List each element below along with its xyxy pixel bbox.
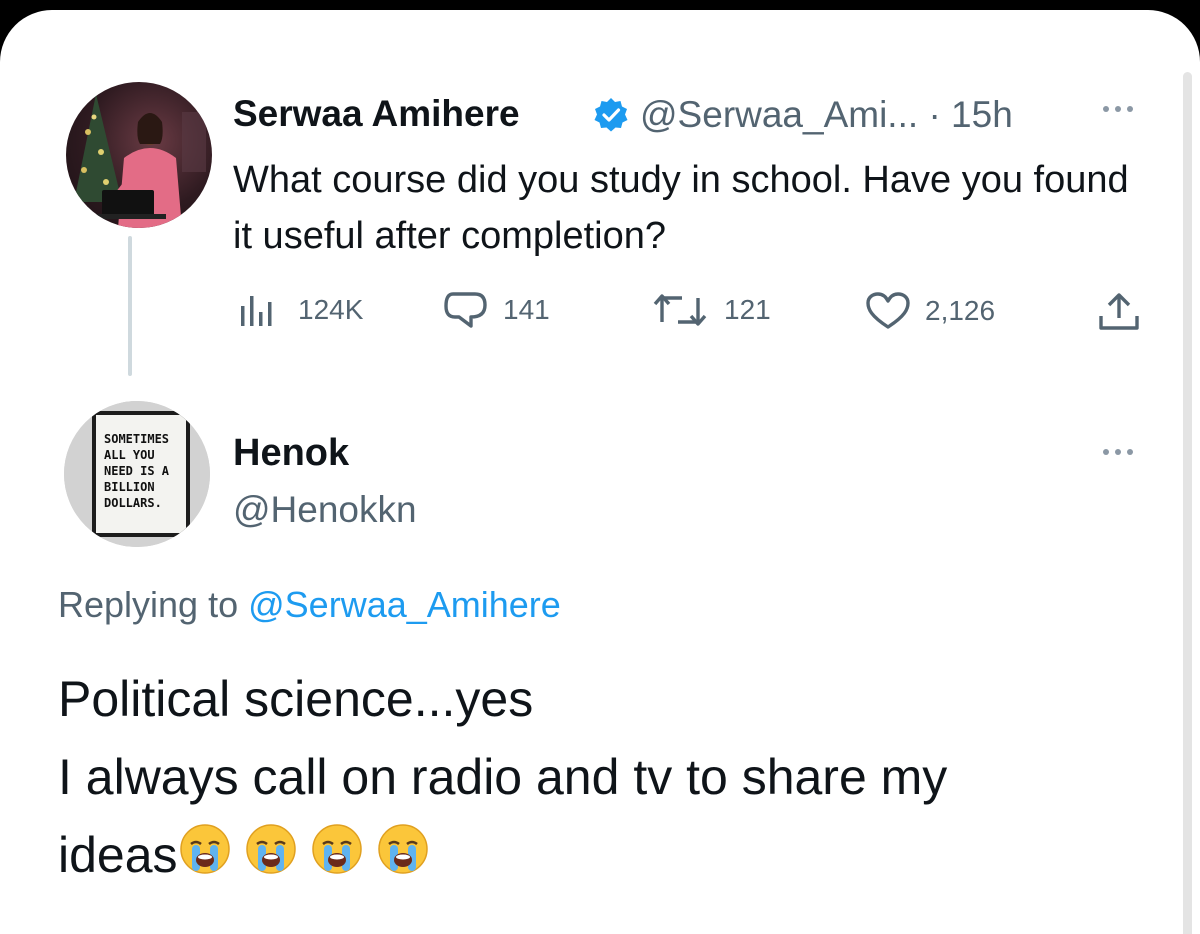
retweet-arrows-icon	[653, 294, 707, 326]
reply-line-3: ideas	[58, 816, 1168, 898]
serwaa-display-name[interactable]: Serwaa Amihere	[233, 93, 520, 135]
heart-icon	[866, 292, 910, 329]
serwaa-avatar[interactable]	[66, 82, 212, 228]
avatar-line-4: BILLION	[104, 480, 155, 494]
reply-line-1: Political science...yes	[58, 671, 534, 727]
avatar-line-5: DOLLARS.	[104, 496, 162, 510]
scrollbar[interactable]	[1183, 72, 1192, 934]
reply-line-2: I always call on radio and tv to share m…	[58, 749, 948, 805]
tweet-timestamp[interactable]: · 15h	[928, 94, 1012, 135]
views-chart-icon	[241, 296, 272, 326]
avatar-line-3: NEED IS A	[104, 464, 170, 478]
like-count: 2,126	[925, 295, 996, 326]
more-dots-icon[interactable]	[1097, 442, 1139, 462]
loudly-crying-face-emoji	[376, 820, 430, 898]
tweet-card: Serwaa Amihere @Serwaa_Ami... · 15h What…	[0, 10, 1200, 934]
serwaa-handle-and-time[interactable]: @Serwaa_Ami... · 15h	[640, 94, 1013, 136]
like-metric[interactable]: 2,126	[865, 292, 995, 330]
replying-to-label: Replying to	[58, 584, 239, 625]
loudly-crying-face-emoji	[310, 820, 364, 898]
henok-handle[interactable]: @Henokkn	[233, 489, 417, 531]
views-count: 124K	[298, 294, 364, 325]
verified-badge-icon	[593, 97, 629, 133]
reply-line-3-text: ideas	[58, 827, 178, 883]
avatar-line-2: ALL YOU	[104, 448, 155, 462]
replying-to-mention[interactable]: @Serwaa_Amihere	[248, 584, 561, 625]
reply-bubble-icon	[444, 292, 487, 328]
more-dots-icon[interactable]	[1097, 99, 1139, 119]
thread-connector-line	[128, 236, 132, 376]
avatar-line-1: SOMETIMES	[104, 432, 169, 446]
original-tweet-text: What course did you study in school. Hav…	[233, 159, 1129, 257]
henok-display-name[interactable]: Henok	[233, 432, 349, 475]
loudly-crying-face-emoji	[244, 820, 298, 898]
retweet-metric[interactable]: 121	[652, 292, 771, 328]
serwaa-handle[interactable]: @Serwaa_Ami...	[640, 94, 918, 135]
reply-tweet-text: Political science...yes I always call on…	[58, 660, 1168, 898]
replying-to-line: Replying to @Serwaa_Amihere	[58, 584, 561, 626]
reply-count: 141	[503, 294, 550, 325]
retweet-count: 121	[724, 294, 771, 325]
loudly-crying-face-emoji	[178, 820, 232, 898]
views-metric[interactable]: 124K	[238, 292, 363, 328]
henok-avatar[interactable]: SOMETIMES ALL YOU NEED IS A BILLION DOLL…	[64, 401, 210, 547]
share-upload-icon[interactable]	[1097, 292, 1141, 337]
reply-metric[interactable]: 141	[443, 290, 550, 330]
